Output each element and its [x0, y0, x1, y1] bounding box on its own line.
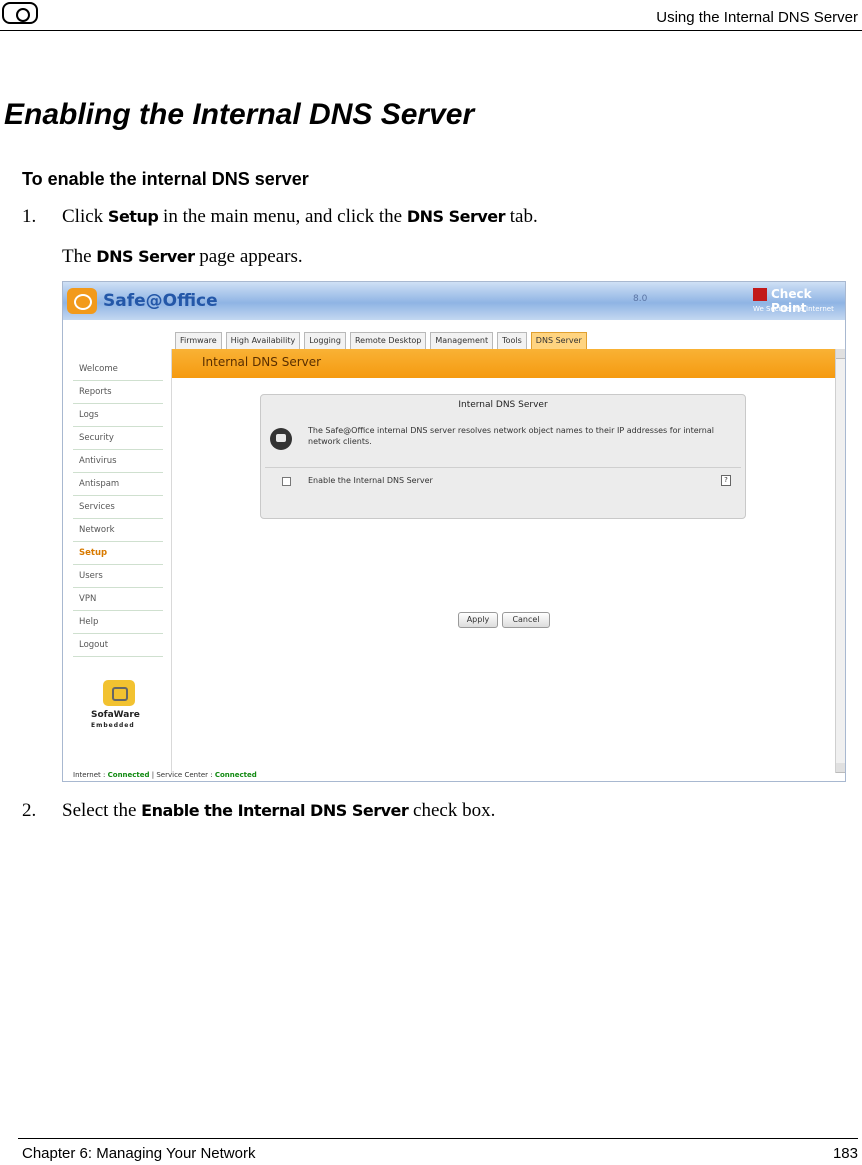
sidebar-item-antispam[interactable]: Antispam	[73, 473, 163, 496]
sidebar-item-reports[interactable]: Reports	[73, 381, 163, 404]
help-icon[interactable]: ?	[721, 475, 731, 486]
main-menu: Welcome Reports Logs Security Antivirus …	[73, 358, 163, 657]
dns-server-icon	[270, 428, 292, 450]
step-text: The DNS Server page appears.	[62, 246, 303, 267]
footer-chapter: Chapter 6: Managing Your Network	[22, 1145, 256, 1162]
step-text: Select the Enable the Internal DNS Serve…	[62, 800, 496, 821]
version-label: 8.0	[633, 294, 648, 304]
tab-high-availability[interactable]: High Availability	[225, 332, 301, 349]
sidebar-item-services[interactable]: Services	[73, 496, 163, 519]
sidebar-item-logout[interactable]: Logout	[73, 634, 163, 657]
scroll-down-arrow-icon[interactable]	[836, 763, 845, 773]
scroll-up-arrow-icon[interactable]	[836, 349, 845, 359]
step-text: Click Setup in the main menu, and click …	[62, 206, 538, 227]
tab-logging[interactable]: Logging	[304, 332, 346, 349]
sofaware-name: SofaWare	[91, 710, 140, 720]
brand-name: Safe@Office	[103, 291, 218, 311]
content-pane: Internal DNS Server Internal DNS Server …	[171, 349, 835, 773]
dns-settings-panel: Internal DNS Server The Safe@Office inte…	[260, 394, 746, 519]
check-point-logo-icon	[753, 288, 767, 301]
page-title-bar: Internal DNS Server	[172, 349, 835, 378]
tab-firmware[interactable]: Firmware	[175, 332, 222, 349]
vendor-tagline: We Secure the Internet	[753, 305, 834, 313]
sidebar-item-network[interactable]: Network	[73, 519, 163, 542]
vertical-scrollbar[interactable]	[835, 349, 845, 773]
document-logo-icon	[2, 2, 38, 24]
tab-dns-server[interactable]: DNS Server	[530, 332, 587, 349]
tab-tools[interactable]: Tools	[497, 332, 527, 349]
step-number: 2.	[22, 800, 37, 821]
footer-rule	[18, 1138, 858, 1139]
step-number: 1.	[22, 206, 37, 227]
sofaware-sub: Embedded	[91, 722, 135, 729]
sidebar-item-welcome[interactable]: Welcome	[73, 358, 163, 381]
page-title: Internal DNS Server	[202, 355, 322, 369]
status-bar: Internet : Connected | Service Center : …	[73, 771, 257, 779]
sidebar-item-security[interactable]: Security	[73, 427, 163, 450]
procedure-heading: To enable the internal DNS server	[22, 169, 309, 189]
panel-description: The Safe@Office internal DNS server reso…	[308, 426, 715, 446]
internet-status-label: Internet :	[73, 771, 106, 779]
sidebar-item-setup[interactable]: Setup	[73, 542, 163, 565]
tab-remote-desktop[interactable]: Remote Desktop	[349, 332, 427, 349]
service-center-status-label: Service Center :	[156, 771, 213, 779]
sidebar-item-help[interactable]: Help	[73, 611, 163, 634]
ui-term: Setup	[107, 207, 159, 226]
service-center-status-value: Connected	[214, 771, 257, 779]
cancel-button[interactable]: Cancel	[502, 612, 550, 628]
panel-divider	[265, 467, 741, 468]
header-rule	[0, 30, 862, 31]
section-heading: Enabling the Internal DNS Server	[4, 98, 475, 131]
running-header-title: Using the Internal DNS Server	[656, 9, 858, 26]
enable-dns-checkbox[interactable]	[282, 477, 291, 486]
safe-office-logo-icon	[67, 288, 97, 314]
sidebar-item-users[interactable]: Users	[73, 565, 163, 588]
sidebar-item-antivirus[interactable]: Antivirus	[73, 450, 163, 473]
sidebar-item-logs[interactable]: Logs	[73, 404, 163, 427]
ui-term: DNS Server	[96, 247, 195, 266]
panel-title: Internal DNS Server	[458, 400, 548, 410]
page-number: 183	[832, 1145, 858, 1162]
internet-status-value: Connected	[107, 771, 150, 779]
enable-dns-checkbox-label: Enable the Internal DNS Server	[308, 476, 433, 485]
ui-term: Enable the Internal DNS Server	[141, 801, 409, 820]
dns-server-screenshot: Safe@Office 8.0 Check Point We Secure th…	[62, 281, 846, 782]
app-banner: Safe@Office 8.0 Check Point We Secure th…	[63, 282, 845, 320]
apply-button[interactable]: Apply	[458, 612, 498, 628]
ui-term: DNS Server	[406, 207, 506, 226]
sidebar-item-vpn[interactable]: VPN	[73, 588, 163, 611]
tab-management[interactable]: Management	[430, 332, 494, 349]
setup-tabs: Firmware High Availability Logging Remot…	[175, 332, 587, 349]
sofaware-logo-icon	[103, 680, 135, 706]
